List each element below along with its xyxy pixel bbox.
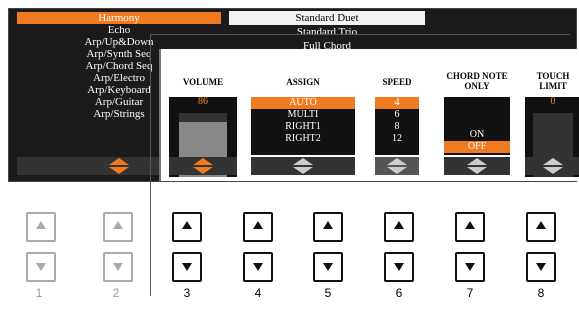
arrow-down-icon <box>293 167 313 174</box>
style-item[interactable]: Standard Trio <box>229 25 425 39</box>
button-4-up[interactable] <box>243 212 273 242</box>
arrow-down-icon <box>543 167 563 174</box>
chord-note-arrows[interactable] <box>444 157 510 175</box>
assign-option[interactable]: RIGHT2 <box>251 133 355 145</box>
button-8-down[interactable] <box>526 252 556 282</box>
triangle-down-icon <box>113 263 123 271</box>
button-5-down[interactable] <box>313 252 343 282</box>
triangle-up-icon <box>253 221 263 229</box>
button-8-label: 8 <box>537 286 545 300</box>
button-2-down[interactable] <box>103 252 133 282</box>
button-4-down[interactable] <box>243 252 273 282</box>
speed-arrows[interactable] <box>375 157 419 175</box>
triangle-down-icon <box>465 263 475 271</box>
assign-option[interactable]: AUTO <box>251 97 355 109</box>
callout-line-vertical <box>150 34 151 296</box>
button-3-up[interactable] <box>172 212 202 242</box>
triangle-down-icon <box>182 263 192 271</box>
button-8-up[interactable] <box>526 212 556 242</box>
arrow-down-icon <box>109 167 129 174</box>
button-7-label: 7 <box>466 286 474 300</box>
button-7-up[interactable] <box>455 212 485 242</box>
volume-arrows[interactable] <box>169 157 237 175</box>
button-4-label: 4 <box>254 286 262 300</box>
button-1-label: 1 <box>35 286 43 300</box>
triangle-up-icon <box>536 221 546 229</box>
speed-option[interactable]: 6 <box>375 109 419 121</box>
speed-option[interactable]: 8 <box>375 121 419 133</box>
assign-title: ASSIGN <box>286 77 320 87</box>
button-7-down[interactable] <box>455 252 485 282</box>
triangle-up-icon <box>36 221 46 229</box>
arrow-down-icon <box>467 167 487 174</box>
arrow-down-icon <box>193 167 213 174</box>
speed-option[interactable]: 12 <box>375 133 419 145</box>
button-6-up[interactable] <box>384 212 414 242</box>
triangle-down-icon <box>36 263 46 271</box>
button-1-down[interactable] <box>26 252 56 282</box>
arrow-up-icon <box>109 158 129 165</box>
chord-note-list: ON OFF <box>444 97 510 155</box>
button-3-down[interactable] <box>172 252 202 282</box>
button-5-up[interactable] <box>313 212 343 242</box>
triangle-up-icon <box>323 221 333 229</box>
callout-line <box>150 34 570 35</box>
triangle-up-icon <box>465 221 475 229</box>
touch-limit-title: TOUCH LIMIT <box>536 71 570 91</box>
triangle-up-icon <box>113 221 123 229</box>
speed-title: SPEED <box>382 77 412 87</box>
arrow-down-icon <box>387 167 407 174</box>
button-3-label: 3 <box>183 286 191 300</box>
settings-panel: VOLUME 86 ASSIGN AUTO MULTI RIGHT1 RIGHT… <box>159 49 579 181</box>
touch-limit-arrows[interactable] <box>525 157 579 175</box>
assign-column: ASSIGN <box>251 55 355 87</box>
triangle-up-icon <box>394 221 404 229</box>
touch-limit-column: TOUCH LIMIT <box>525 55 579 91</box>
type-item[interactable]: Arp/Up&Down <box>17 36 221 48</box>
button-5-label: 5 <box>324 286 332 300</box>
style-list: Standard Duet Standard Trio Full Chord <box>229 11 425 53</box>
arrow-up-icon <box>543 158 563 165</box>
chord-note-column: CHORD NOTE ONLY <box>444 55 510 91</box>
touch-limit-value: 0 <box>550 96 556 107</box>
volume-column: VOLUME <box>169 55 237 87</box>
chord-note-option[interactable]: OFF <box>444 141 510 153</box>
button-6-down[interactable] <box>384 252 414 282</box>
arrow-up-icon <box>387 158 407 165</box>
triangle-down-icon <box>536 263 546 271</box>
button-1-up[interactable] <box>26 212 56 242</box>
volume-title: VOLUME <box>182 77 224 87</box>
arrow-up-icon <box>193 158 213 165</box>
arrow-up-icon <box>467 158 487 165</box>
speed-column: SPEED <box>375 55 419 87</box>
triangle-down-icon <box>253 263 263 271</box>
assign-option[interactable]: MULTI <box>251 109 355 121</box>
button-2-label: 2 <box>112 286 120 300</box>
arrow-up-icon <box>293 158 313 165</box>
triangle-up-icon <box>182 221 192 229</box>
type-item[interactable]: Harmony <box>17 12 221 24</box>
speed-option[interactable]: 4 <box>375 97 419 109</box>
assign-option[interactable]: RIGHT1 <box>251 121 355 133</box>
volume-value: 86 <box>198 96 208 107</box>
triangle-down-icon <box>323 263 333 271</box>
assign-list: AUTO MULTI RIGHT1 RIGHT2 <box>251 97 355 155</box>
button-2-up[interactable] <box>103 212 133 242</box>
triangle-down-icon <box>394 263 404 271</box>
button-6-label: 6 <box>395 286 403 300</box>
speed-list: 4 6 8 12 <box>375 97 419 155</box>
chord-note-option[interactable]: ON <box>444 129 510 141</box>
assign-arrows[interactable] <box>251 157 355 175</box>
style-item[interactable]: Standard Duet <box>229 11 425 25</box>
chord-note-only-title: CHORD NOTE ONLY <box>446 71 508 91</box>
